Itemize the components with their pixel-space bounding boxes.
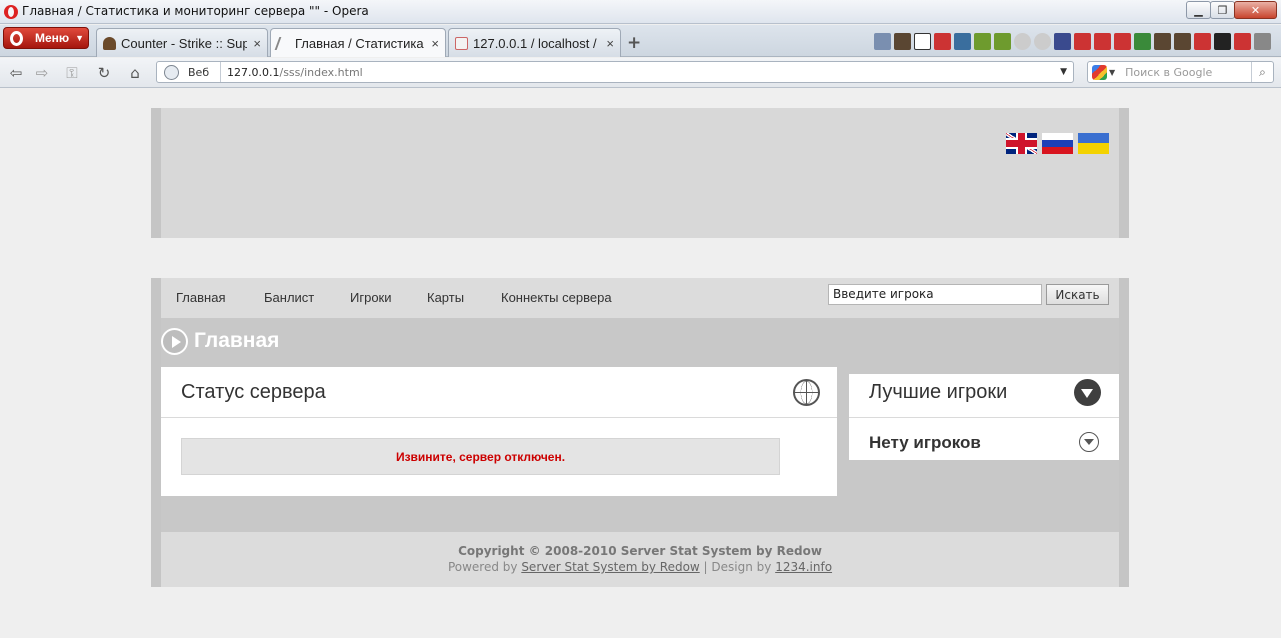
close-window-button[interactable]: ✕ xyxy=(1234,1,1277,19)
google-icon[interactable] xyxy=(1092,64,1107,80)
extension-icon[interactable] xyxy=(1054,33,1071,50)
opera-menu-button[interactable]: Меню ▼ xyxy=(3,27,89,49)
extension-icon[interactable] xyxy=(1194,33,1211,50)
tab-close-icon[interactable]: × xyxy=(253,36,261,51)
extension-icon[interactable] xyxy=(1034,33,1051,50)
designer-link[interactable]: 1234.info xyxy=(775,560,832,574)
extension-icon[interactable] xyxy=(1214,33,1231,50)
server-offline-message: Извините, сервер отключен. xyxy=(181,438,780,475)
tab-label: 127.0.0.1 / localhost / s... xyxy=(473,35,600,51)
extension-icon[interactable] xyxy=(1114,33,1131,50)
url-text[interactable]: 127.0.0.1/sss/index.html xyxy=(227,66,1060,79)
nav-item-maps[interactable]: Карты xyxy=(427,290,464,305)
tab-bar: Меню ▼ Counter - Strike :: Sup... × Глав… xyxy=(0,25,1281,57)
extension-icon[interactable] xyxy=(954,33,971,50)
counter-strike-favicon-icon xyxy=(103,36,116,50)
opera-logo-icon xyxy=(4,5,18,19)
search-input[interactable]: Поиск в Google xyxy=(1125,66,1251,79)
navigation-bar: ⇦ ⇨ ⚿ ↻ ⌂ Веб 127.0.0.1/sss/index.html ▼… xyxy=(0,58,1281,88)
url-host: 127.0.0.1 xyxy=(227,65,280,79)
collapse-toggle-icon[interactable] xyxy=(1074,379,1101,406)
phpmyadmin-favicon-icon xyxy=(455,36,468,50)
tab-main-stats[interactable]: Главная / Статистика ... × xyxy=(270,28,446,57)
key-icon[interactable]: ⚿ xyxy=(62,63,82,83)
nav-item-players[interactable]: Игроки xyxy=(350,290,392,305)
server-status-panel: Статус сервера Извините, сервер отключен… xyxy=(161,367,837,496)
extension-icon[interactable] xyxy=(1134,33,1151,50)
extension-icon[interactable] xyxy=(974,33,991,50)
browser-search-box[interactable]: ▼ Поиск в Google ⌕ xyxy=(1087,61,1274,83)
tab-phpmyadmin[interactable]: 127.0.0.1 / localhost / s... × xyxy=(448,28,621,57)
menu-label: Меню xyxy=(35,31,70,45)
page-title: Главная xyxy=(194,329,280,352)
site-footer: Copyright © 2008-2010 Server Stat System… xyxy=(151,532,1129,587)
tab-close-icon[interactable]: × xyxy=(606,36,614,51)
running-man-favicon-icon xyxy=(274,36,293,50)
extension-icon[interactable] xyxy=(894,33,911,50)
extension-icon[interactable] xyxy=(1234,33,1251,50)
play-icon xyxy=(161,328,188,355)
extension-icon[interactable] xyxy=(934,33,951,50)
extension-icon[interactable] xyxy=(1074,33,1091,50)
web-globe-icon xyxy=(164,64,179,80)
no-players-text: Нету игроков xyxy=(869,433,981,452)
extension-icon[interactable] xyxy=(914,33,931,50)
extension-icon[interactable] xyxy=(1154,33,1171,50)
web-label: Веб xyxy=(188,65,210,79)
panel-title: Статус сервера xyxy=(181,381,326,403)
flag-russia-icon[interactable] xyxy=(1042,133,1073,154)
panel-header: Статус сервера xyxy=(161,367,837,418)
tab-label: Counter - Strike :: Sup... xyxy=(121,35,248,51)
copyright-text: Copyright © 2008-2010 Server Stat System… xyxy=(458,544,822,558)
site-header xyxy=(151,108,1129,238)
player-search-input[interactable]: Введите игрока xyxy=(828,284,1042,305)
address-bar[interactable]: Веб 127.0.0.1/sss/index.html ▼ xyxy=(156,61,1074,83)
minimize-button[interactable]: ▁ xyxy=(1186,1,1211,19)
reload-icon[interactable]: ↻ xyxy=(94,63,114,83)
url-path: /sss/index.html xyxy=(279,65,363,79)
sss-link[interactable]: Server Stat System by Redow xyxy=(521,560,699,574)
forward-icon[interactable]: ⇨ xyxy=(32,63,52,83)
flag-ukraine-icon[interactable] xyxy=(1078,133,1109,154)
site-nav: Главная Банлист Игроки Карты Коннекты се… xyxy=(161,278,1119,318)
extension-icon[interactable] xyxy=(994,33,1011,50)
nav-item-home[interactable]: Главная xyxy=(176,290,225,305)
tab-label: Главная / Статистика ... xyxy=(295,35,426,51)
chevron-down-icon[interactable]: ▼ xyxy=(1060,67,1067,77)
window-titlebar: Главная / Статистика и мониторинг сервер… xyxy=(0,0,1281,24)
powered-by-line: Powered by Server Stat System by Redow |… xyxy=(161,560,1119,574)
extension-icon[interactable] xyxy=(874,33,891,50)
nav-item-banlist[interactable]: Банлист xyxy=(264,290,314,305)
extension-toolbar xyxy=(874,33,1271,50)
new-tab-button[interactable]: + xyxy=(627,33,641,53)
nav-item-connects[interactable]: Коннекты сервера xyxy=(501,290,612,305)
tab-counter-strike[interactable]: Counter - Strike :: Sup... × xyxy=(96,28,268,57)
extension-icon[interactable] xyxy=(1174,33,1191,50)
maximize-button[interactable]: ❐ xyxy=(1210,1,1235,19)
search-icon[interactable]: ⌕ xyxy=(1251,62,1273,82)
flag-uk-icon[interactable] xyxy=(1006,133,1037,154)
home-icon[interactable]: ⌂ xyxy=(125,63,145,83)
extension-icon[interactable] xyxy=(1094,33,1111,50)
extension-icon[interactable] xyxy=(1014,33,1031,50)
window-title: Главная / Статистика и мониторинг сервер… xyxy=(22,4,369,18)
back-icon[interactable]: ⇦ xyxy=(6,63,26,83)
chevron-down-icon[interactable]: ▼ xyxy=(1109,68,1115,77)
divider xyxy=(849,417,1119,418)
top-players-panel: Лучшие игроки Нету игроков xyxy=(849,374,1119,460)
address-separator xyxy=(220,62,221,82)
expand-toggle-icon[interactable] xyxy=(1079,432,1099,452)
panel-title: Лучшие игроки xyxy=(869,381,1008,403)
opera-o-icon xyxy=(10,30,23,46)
search-button[interactable]: Искать xyxy=(1046,284,1109,305)
extension-icon[interactable] xyxy=(1254,33,1271,50)
globe-icon xyxy=(793,379,820,406)
chevron-down-icon: ▼ xyxy=(75,33,85,43)
tab-close-icon[interactable]: × xyxy=(431,36,439,51)
page-content: Главная Банлист Игроки Карты Коннекты се… xyxy=(0,89,1281,638)
design-prefix: | Design by xyxy=(699,560,776,574)
powered-prefix: Powered by xyxy=(447,560,522,574)
